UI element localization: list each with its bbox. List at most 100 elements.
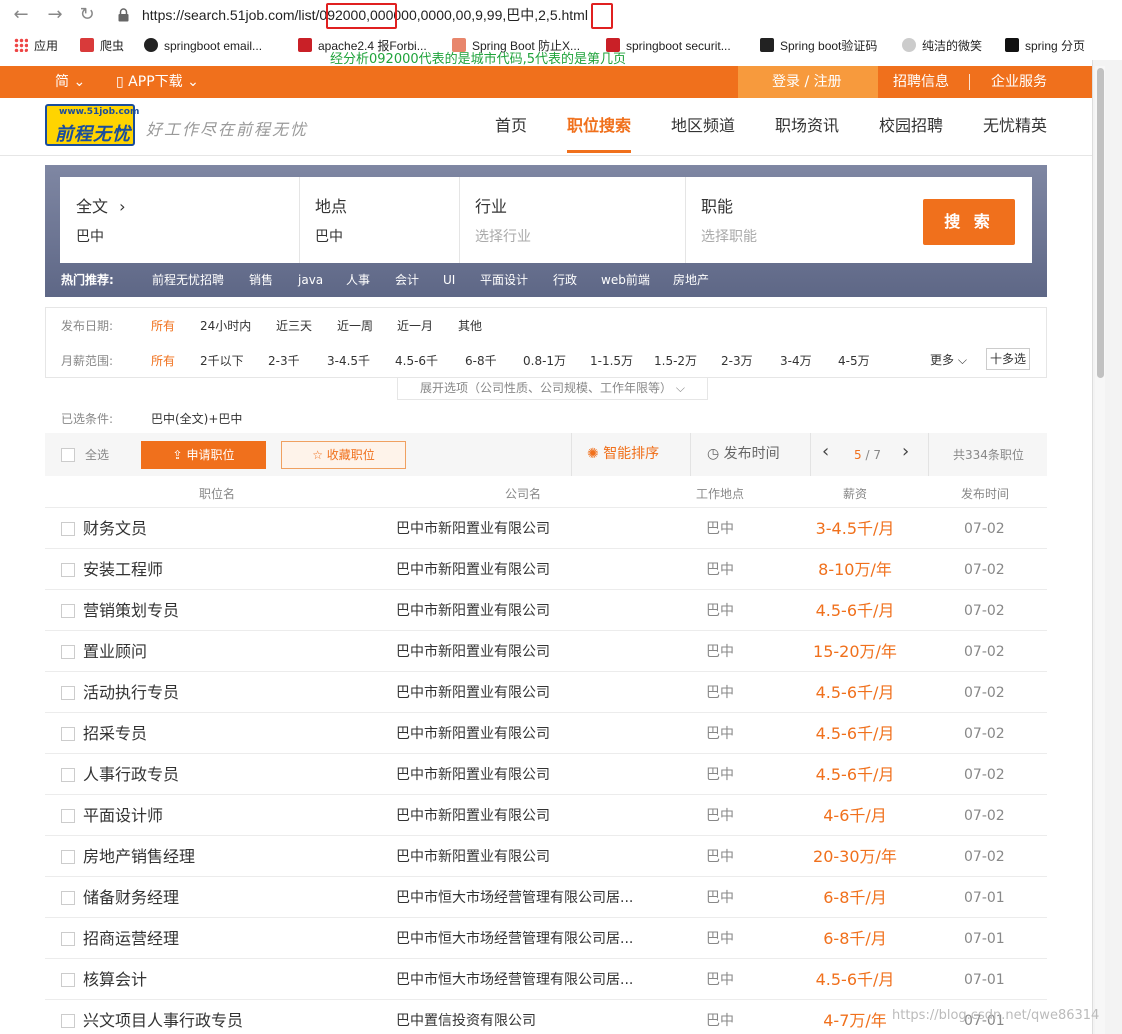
job-title-link[interactable]: 人事行政专员 (83, 765, 179, 785)
prev-page-icon[interactable]: ‹ (822, 443, 829, 461)
bookmark-springboot-email[interactable]: springboot email... (144, 38, 262, 54)
hot-tag[interactable]: web前端 (601, 272, 650, 288)
salary-option[interactable]: 2千以下 (200, 352, 244, 369)
company-link[interactable]: 巴中市新阳置业有限公司 (396, 601, 636, 621)
row-checkbox[interactable] (61, 563, 75, 577)
hot-tag[interactable]: 房地产 (673, 272, 709, 288)
company-link[interactable]: 巴中市新阳置业有限公司 (396, 765, 636, 785)
job-title-link[interactable]: 核算会计 (83, 970, 147, 990)
row-checkbox[interactable] (61, 604, 75, 618)
company-link[interactable]: 巴中市新阳置业有限公司 (396, 847, 636, 867)
row-checkbox[interactable] (61, 727, 75, 741)
row-checkbox[interactable] (61, 645, 75, 659)
salary-option[interactable]: 3-4万 (780, 352, 812, 369)
table-row[interactable]: 核算会计 巴中市恒大市场经营管理有限公司居... 巴中 4.5-6千/月 07-… (45, 959, 1047, 1000)
apply-job-button[interactable]: ⇪ 申请职位 (141, 441, 266, 469)
search-button[interactable]: 搜 索 (923, 199, 1015, 245)
lang-switch[interactable]: 简 ⌄ (55, 73, 85, 91)
bookmark-apps[interactable]: 应用 (14, 38, 58, 54)
row-checkbox[interactable] (61, 932, 75, 946)
fulltext-input[interactable]: 巴中 (76, 228, 104, 246)
salary-option[interactable]: 4-5万 (838, 352, 870, 369)
scrollbar-thumb[interactable] (1097, 68, 1104, 378)
location-input[interactable]: 巴中 (315, 228, 343, 246)
job-title-link[interactable]: 活动执行专员 (83, 683, 179, 703)
table-row[interactable]: 安装工程师 巴中市新阳置业有限公司 巴中 8-10万/年 07-02 (45, 549, 1047, 590)
table-row[interactable]: 储备财务经理 巴中市恒大市场经营管理有限公司居... 巴中 6-8千/月 07-… (45, 877, 1047, 918)
nav-career-news[interactable]: 职场资讯 (775, 116, 839, 136)
hot-tag[interactable]: 前程无忧招聘 (152, 272, 224, 288)
salary-option[interactable]: 1-1.5万 (590, 352, 633, 369)
date-option[interactable]: 其他 (458, 317, 482, 334)
company-link[interactable]: 巴中市新阳置业有限公司 (396, 560, 636, 580)
company-link[interactable]: 巴中市新阳置业有限公司 (396, 724, 636, 744)
row-checkbox[interactable] (61, 850, 75, 864)
table-row[interactable]: 人事行政专员 巴中市新阳置业有限公司 巴中 4.5-6千/月 07-02 (45, 754, 1047, 795)
table-row[interactable]: 招商运营经理 巴中市恒大市场经营管理有限公司居... 巴中 6-8千/月 07-… (45, 918, 1047, 959)
table-row[interactable]: 置业顾问 巴中市新阳置业有限公司 巴中 15-20万/年 07-02 (45, 631, 1047, 672)
save-job-button[interactable]: ☆ 收藏职位 (281, 441, 406, 469)
bookmark-captcha[interactable]: Spring boot验证码 (760, 38, 877, 54)
row-checkbox[interactable] (61, 809, 75, 823)
select-all-checkbox[interactable] (61, 448, 75, 462)
job-title-link[interactable]: 储备财务经理 (83, 888, 179, 908)
table-row[interactable]: 房地产销售经理 巴中市新阳置业有限公司 巴中 20-30万/年 07-02 (45, 836, 1047, 877)
company-link[interactable]: 巴中市新阳置业有限公司 (396, 519, 636, 539)
date-option-all[interactable]: 所有 (151, 317, 175, 334)
company-link[interactable]: 巴中市新阳置业有限公司 (396, 642, 636, 662)
date-option[interactable]: 近一周 (337, 317, 373, 334)
bookmark-smile[interactable]: 纯洁的微笑 (902, 38, 982, 54)
table-row[interactable]: 平面设计师 巴中市新阳置业有限公司 巴中 4-6千/月 07-02 (45, 795, 1047, 836)
publish-time-sort-button[interactable]: ◷ 发布时间 (707, 446, 780, 462)
salary-option[interactable]: 2-3千 (268, 352, 300, 369)
company-link[interactable]: 巴中市新阳置业有限公司 (396, 806, 636, 826)
job-title-link[interactable]: 招采专员 (83, 724, 147, 744)
expand-options-button[interactable]: 展开选项（公司性质、公司规模、工作年限等） ⌵ (397, 378, 708, 400)
hot-tag[interactable]: 会计 (395, 272, 419, 288)
company-link[interactable]: 巴中市恒大市场经营管理有限公司居... (396, 888, 636, 908)
industry-select[interactable]: 选择行业 (475, 228, 531, 246)
row-checkbox[interactable] (61, 522, 75, 536)
date-option[interactable]: 24小时内 (200, 317, 251, 334)
salary-option[interactable]: 3-4.5千 (327, 352, 370, 369)
date-option[interactable]: 近三天 (276, 317, 312, 334)
company-link[interactable]: 巴中市新阳置业有限公司 (396, 683, 636, 703)
nav-region[interactable]: 地区频道 (671, 116, 735, 136)
row-checkbox[interactable] (61, 686, 75, 700)
forward-icon[interactable]: → (44, 4, 66, 26)
nav-job-search[interactable]: 职位搜索 (567, 116, 631, 136)
site-logo[interactable]: www.51job.com 前程无忧 (45, 104, 139, 146)
hot-tag[interactable]: 人事 (346, 272, 370, 288)
table-row[interactable]: 活动执行专员 巴中市新阳置业有限公司 巴中 4.5-6千/月 07-02 (45, 672, 1047, 713)
company-link[interactable]: 巴中市恒大市场经营管理有限公司居... (396, 929, 636, 949)
row-checkbox[interactable] (61, 768, 75, 782)
row-checkbox[interactable] (61, 1014, 75, 1028)
recruit-info-link[interactable]: 招聘信息 (893, 73, 949, 91)
job-title-link[interactable]: 置业顾问 (83, 642, 147, 662)
job-title-link[interactable]: 招商运营经理 (83, 929, 179, 949)
back-icon[interactable]: ← (10, 4, 32, 26)
next-page-icon[interactable]: › (902, 443, 909, 461)
function-select[interactable]: 选择职能 (701, 228, 757, 246)
bookmark-spider[interactable]: 爬虫 (80, 38, 124, 54)
salary-option[interactable]: 4.5-6千 (395, 352, 438, 369)
job-title-link[interactable]: 财务文员 (83, 519, 147, 539)
hot-tag[interactable]: 平面设计 (480, 272, 528, 288)
reload-icon[interactable]: ↻ (76, 4, 98, 26)
job-title-link[interactable]: 营销策划专员 (83, 601, 179, 621)
table-row[interactable]: 营销策划专员 巴中市新阳置业有限公司 巴中 4.5-6千/月 07-02 (45, 590, 1047, 631)
app-download-link[interactable]: ▯ APP下载 ⌄ (116, 73, 199, 91)
table-row[interactable]: 财务文员 巴中市新阳置业有限公司 巴中 3-4.5千/月 07-02 (45, 508, 1047, 549)
nav-home[interactable]: 首页 (495, 116, 527, 136)
hot-tag[interactable]: java (298, 272, 323, 288)
nav-campus[interactable]: 校园招聘 (879, 116, 943, 136)
login-register-link[interactable]: 登录 / 注册 (772, 73, 842, 91)
job-title-link[interactable]: 平面设计师 (83, 806, 163, 826)
hot-tag[interactable]: 销售 (249, 272, 273, 288)
multi-select-button[interactable]: 十多选 (986, 348, 1030, 370)
table-row[interactable]: 招采专员 巴中市新阳置业有限公司 巴中 4.5-6千/月 07-02 (45, 713, 1047, 754)
more-options-button[interactable]: 更多 ⌵ (930, 351, 967, 368)
job-title-link[interactable]: 安装工程师 (83, 560, 163, 580)
row-checkbox[interactable] (61, 973, 75, 987)
salary-option[interactable]: 2-3万 (721, 352, 753, 369)
